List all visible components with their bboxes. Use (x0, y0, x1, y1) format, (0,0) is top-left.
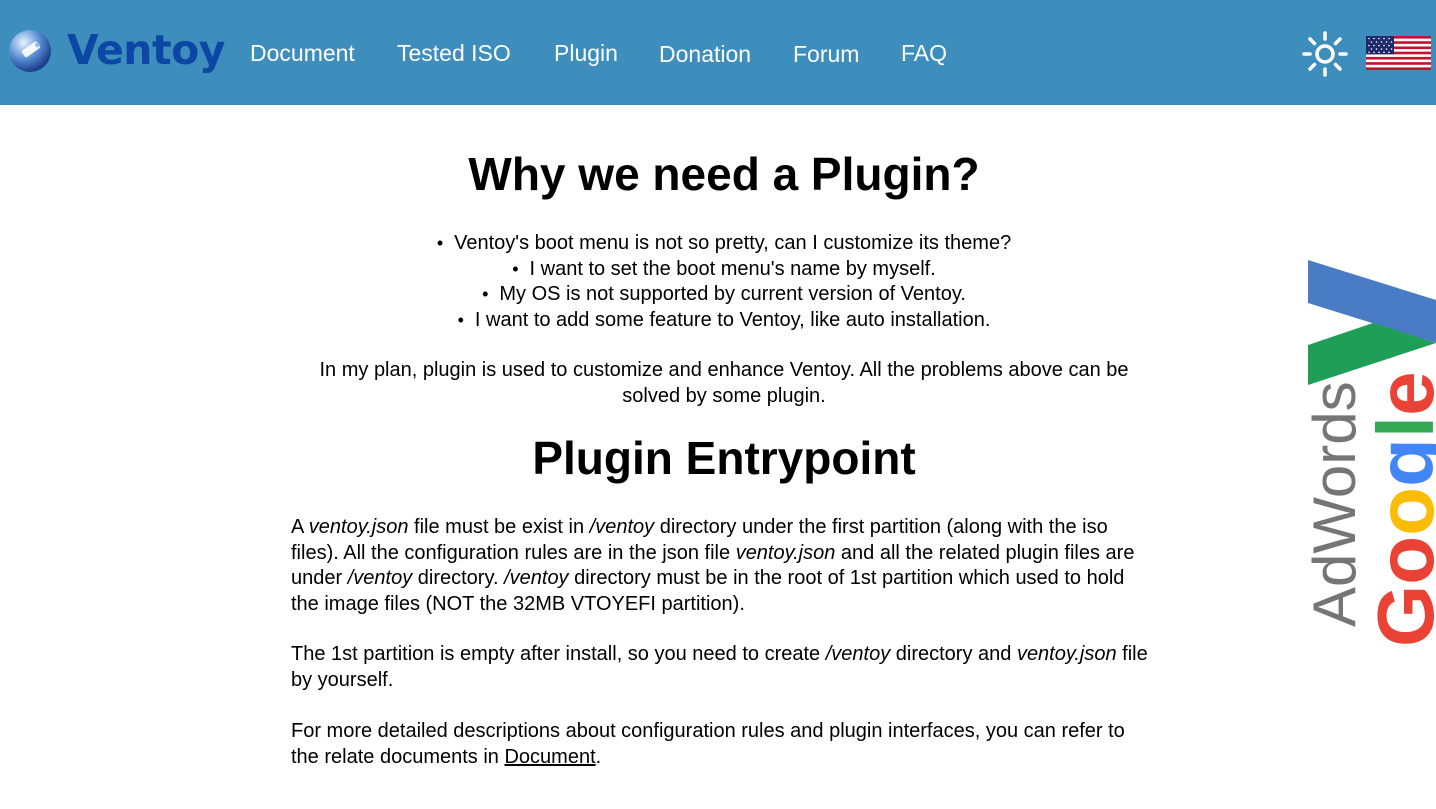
list-item: Ventoy's boot menu is not so pretty, can… (291, 231, 1157, 257)
plan-paragraph: In my plan, plugin is used to customize … (319, 359, 1129, 407)
us-flag-icon[interactable] (1366, 36, 1431, 70)
nav-plugin[interactable]: Plugin (554, 40, 618, 67)
sun-icon[interactable] (1302, 31, 1348, 77)
nav-donation[interactable]: Donation (659, 41, 751, 68)
more-info-paragraph: For more detailed descriptions about con… (291, 720, 1125, 768)
heading-why-plugin: Why we need a Plugin? (468, 148, 980, 200)
nav-faq[interactable]: FAQ (901, 40, 947, 67)
list-item-text: I want to set the boot menu's name by my… (529, 257, 936, 280)
ventoy-logo-icon[interactable] (8, 29, 52, 73)
reasons-list: Ventoy's boot menu is not so pretty, can… (291, 231, 1157, 333)
list-item: My OS is not supported by current versio… (291, 282, 1157, 308)
create-directory-paragraph: The 1st partition is empty after install… (291, 643, 1148, 691)
google-wordmark: Google (1361, 371, 1436, 647)
list-item-text: I want to add some feature to Ventoy, li… (474, 308, 991, 331)
list-item: I want to set the boot menu's name by my… (291, 257, 1157, 283)
nav-tested-iso[interactable]: Tested ISO (397, 40, 511, 67)
list-item-text: Ventoy's boot menu is not so pretty, can… (454, 232, 1012, 254)
heading-plugin-entrypoint: Plugin Entrypoint (532, 432, 916, 484)
adwords-wordmark: AdWords (1301, 381, 1368, 627)
google-adwords-ad[interactable]: Google AdWords (1300, 255, 1436, 655)
nav-document[interactable]: Document (250, 40, 355, 67)
nav-forum[interactable]: Forum (793, 41, 859, 68)
list-item-text: My OS is not supported by current versio… (499, 283, 966, 306)
list-item: I want to add some feature to Ventoy, li… (291, 308, 1157, 334)
google-adwords-logo: Google AdWords (1301, 371, 1436, 647)
document-link[interactable]: Document (504, 746, 595, 768)
navbar: Ventoy Document Tested ISO Plugin Donati… (0, 0, 1436, 105)
brand-name[interactable]: Ventoy (67, 26, 225, 74)
entrypoint-paragraph: A ventoy.json file must be exist in /ven… (291, 516, 1135, 615)
